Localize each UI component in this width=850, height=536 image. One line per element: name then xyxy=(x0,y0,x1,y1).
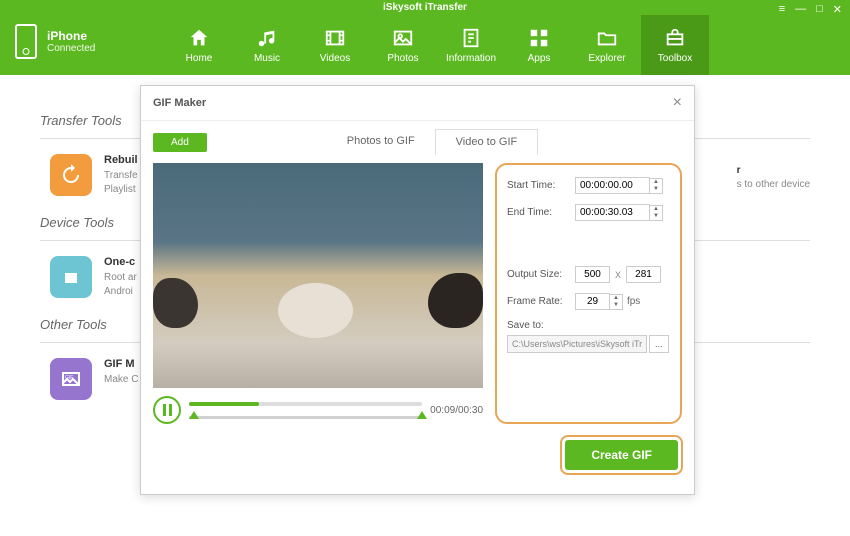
nav-photos[interactable]: Photos xyxy=(369,15,437,75)
range-start-handle[interactable] xyxy=(189,411,199,419)
gif-icon: GIF xyxy=(50,358,92,400)
device-status: Connected xyxy=(47,43,95,54)
height-input[interactable] xyxy=(626,266,661,283)
end-up-icon[interactable]: ▲ xyxy=(650,206,662,213)
home-icon xyxy=(188,27,210,49)
nav-videos[interactable]: Videos xyxy=(301,15,369,75)
nav-explorer[interactable]: Explorer xyxy=(573,15,641,75)
modal-footer: Create GIF xyxy=(141,432,694,478)
nav-music[interactable]: Music xyxy=(233,15,301,75)
fps-up-icon[interactable]: ▲ xyxy=(610,295,622,302)
close-window-icon[interactable]: ✕ xyxy=(833,3,842,16)
toolbox-icon xyxy=(664,27,686,49)
android-icon xyxy=(50,256,92,298)
gif-maker-modal: GIF Maker × Add Photos to GIF Video to G… xyxy=(140,85,695,495)
maximize-icon[interactable]: □ xyxy=(816,3,823,16)
pause-button[interactable] xyxy=(153,396,181,424)
end-time-input[interactable] xyxy=(575,204,650,221)
menu-icon[interactable]: ≡ xyxy=(779,3,785,16)
video-content xyxy=(428,273,483,328)
window-controls: ≡ — □ ✕ xyxy=(779,3,842,16)
save-path-input[interactable] xyxy=(507,335,647,353)
app-header: iSkysoft iTransfer ≡ — □ ✕ iPhone Connec… xyxy=(0,0,850,75)
video-section: 00:09/00:30 xyxy=(153,163,483,424)
title-bar: iSkysoft iTransfer xyxy=(0,0,850,15)
nav-information[interactable]: Information xyxy=(437,15,505,75)
fps-input[interactable] xyxy=(575,293,610,310)
start-time-input[interactable] xyxy=(575,177,650,194)
add-button[interactable]: Add xyxy=(153,133,207,152)
video-preview[interactable] xyxy=(153,163,483,388)
app-title: iSkysoft iTransfer xyxy=(383,2,467,13)
video-content xyxy=(153,278,198,328)
rebuild-icon xyxy=(50,154,92,196)
tool-gif[interactable]: GIF GIF MMake C xyxy=(50,358,138,400)
nav-toolbox[interactable]: Toolbox xyxy=(641,15,709,75)
music-icon xyxy=(256,27,278,49)
info-icon xyxy=(460,27,482,49)
time-display: 00:09/00:30 xyxy=(430,405,483,416)
close-icon[interactable]: × xyxy=(673,94,682,112)
device-name: iPhone xyxy=(47,29,95,43)
tab-photos-to-gif[interactable]: Photos to GIF xyxy=(327,129,435,155)
output-size-label: Output Size: xyxy=(507,269,575,280)
range-end-handle[interactable] xyxy=(417,411,427,419)
nav-home[interactable]: Home xyxy=(165,15,233,75)
fps-down-icon[interactable]: ▼ xyxy=(610,302,622,309)
videos-icon xyxy=(324,27,346,49)
browse-button[interactable]: ... xyxy=(649,335,669,353)
tool-oneclick[interactable]: One-cRoot arAndroi xyxy=(50,256,137,299)
progress-bar[interactable] xyxy=(189,402,422,406)
width-input[interactable] xyxy=(575,266,610,283)
fps-unit: fps xyxy=(627,296,640,307)
modal-title: GIF Maker xyxy=(153,97,206,109)
start-down-icon[interactable]: ▼ xyxy=(650,186,662,193)
tool-right-peek: r s to other device xyxy=(737,165,810,190)
minimize-icon[interactable]: — xyxy=(795,3,806,16)
save-to-label: Save to: xyxy=(507,320,575,331)
frame-rate-label: Frame Rate: xyxy=(507,296,575,307)
start-up-icon[interactable]: ▲ xyxy=(650,179,662,186)
modal-toolbar: Add Photos to GIF Video to GIF xyxy=(141,121,694,155)
nav-apps[interactable]: Apps xyxy=(505,15,573,75)
modal-header: GIF Maker × xyxy=(141,86,694,121)
video-content xyxy=(278,283,353,338)
explorer-icon xyxy=(596,27,618,49)
x-separator: X xyxy=(615,270,621,280)
apps-icon xyxy=(528,27,550,49)
settings-panel: Start Time: ▲▼ End Time: ▲▼ Output Size:… xyxy=(495,163,682,424)
tab-video-to-gif[interactable]: Video to GIF xyxy=(435,129,539,155)
create-gif-button[interactable]: Create GIF xyxy=(565,440,678,470)
start-time-label: Start Time: xyxy=(507,180,575,191)
end-time-label: End Time: xyxy=(507,207,575,218)
photos-icon xyxy=(392,27,414,49)
tool-rebuild[interactable]: RebuilTransfePlaylist xyxy=(50,154,138,197)
range-selector[interactable] xyxy=(189,416,422,419)
end-down-icon[interactable]: ▼ xyxy=(650,213,662,220)
phone-icon xyxy=(15,24,37,59)
player-controls: 00:09/00:30 xyxy=(153,396,483,424)
